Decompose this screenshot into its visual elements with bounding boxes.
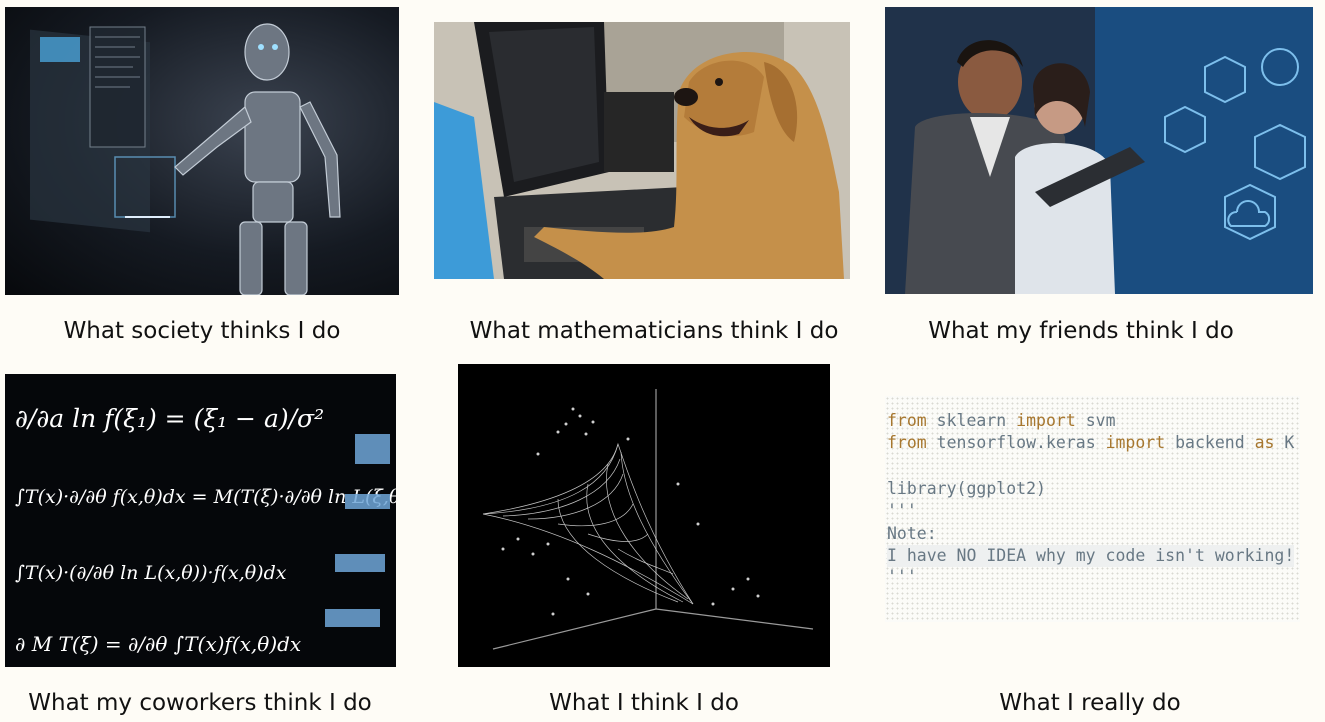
code-snippet-panel: from sklearn import svm from tensorflow.… [885, 396, 1300, 622]
code-line-3: library(ggplot2) [887, 479, 1046, 498]
people-illustration [885, 7, 1313, 294]
caption-society: What society thinks I do [63, 318, 341, 344]
code-line-5: Note: [887, 524, 937, 543]
caption-coworkers: What my coworkers think I do [28, 690, 372, 716]
surface-plot [482, 389, 814, 650]
3d-surface-plot-image [458, 364, 830, 667]
caption-i-think: What I think I do [549, 690, 739, 716]
professionals-screen-image [885, 7, 1313, 294]
robot-image [5, 7, 399, 295]
dog-at-computer-image [434, 22, 850, 279]
caption-friends: What my friends think I do [928, 318, 1234, 344]
code-line-7: ''' [887, 567, 917, 586]
caption-mathematicians: What mathematicians think I do [469, 318, 839, 344]
robot-illustration [30, 23, 341, 295]
code-line-2: from tensorflow.keras import backend as … [887, 433, 1295, 452]
code-line-4: ''' [887, 501, 917, 520]
code-line-1: from sklearn import svm [887, 411, 1116, 430]
equation-blue-highlights [325, 434, 390, 627]
equations-blackboard-image: ∂/∂a ln f(ξ₁) = (ξ₁ − a)/σ² ∫T(x)·∂/∂θ f… [5, 374, 396, 667]
dog-illustration [434, 22, 850, 279]
caption-really-do: What I really do [999, 690, 1181, 716]
code-line-6: I have NO IDEA why my code isn't working… [887, 545, 1295, 567]
